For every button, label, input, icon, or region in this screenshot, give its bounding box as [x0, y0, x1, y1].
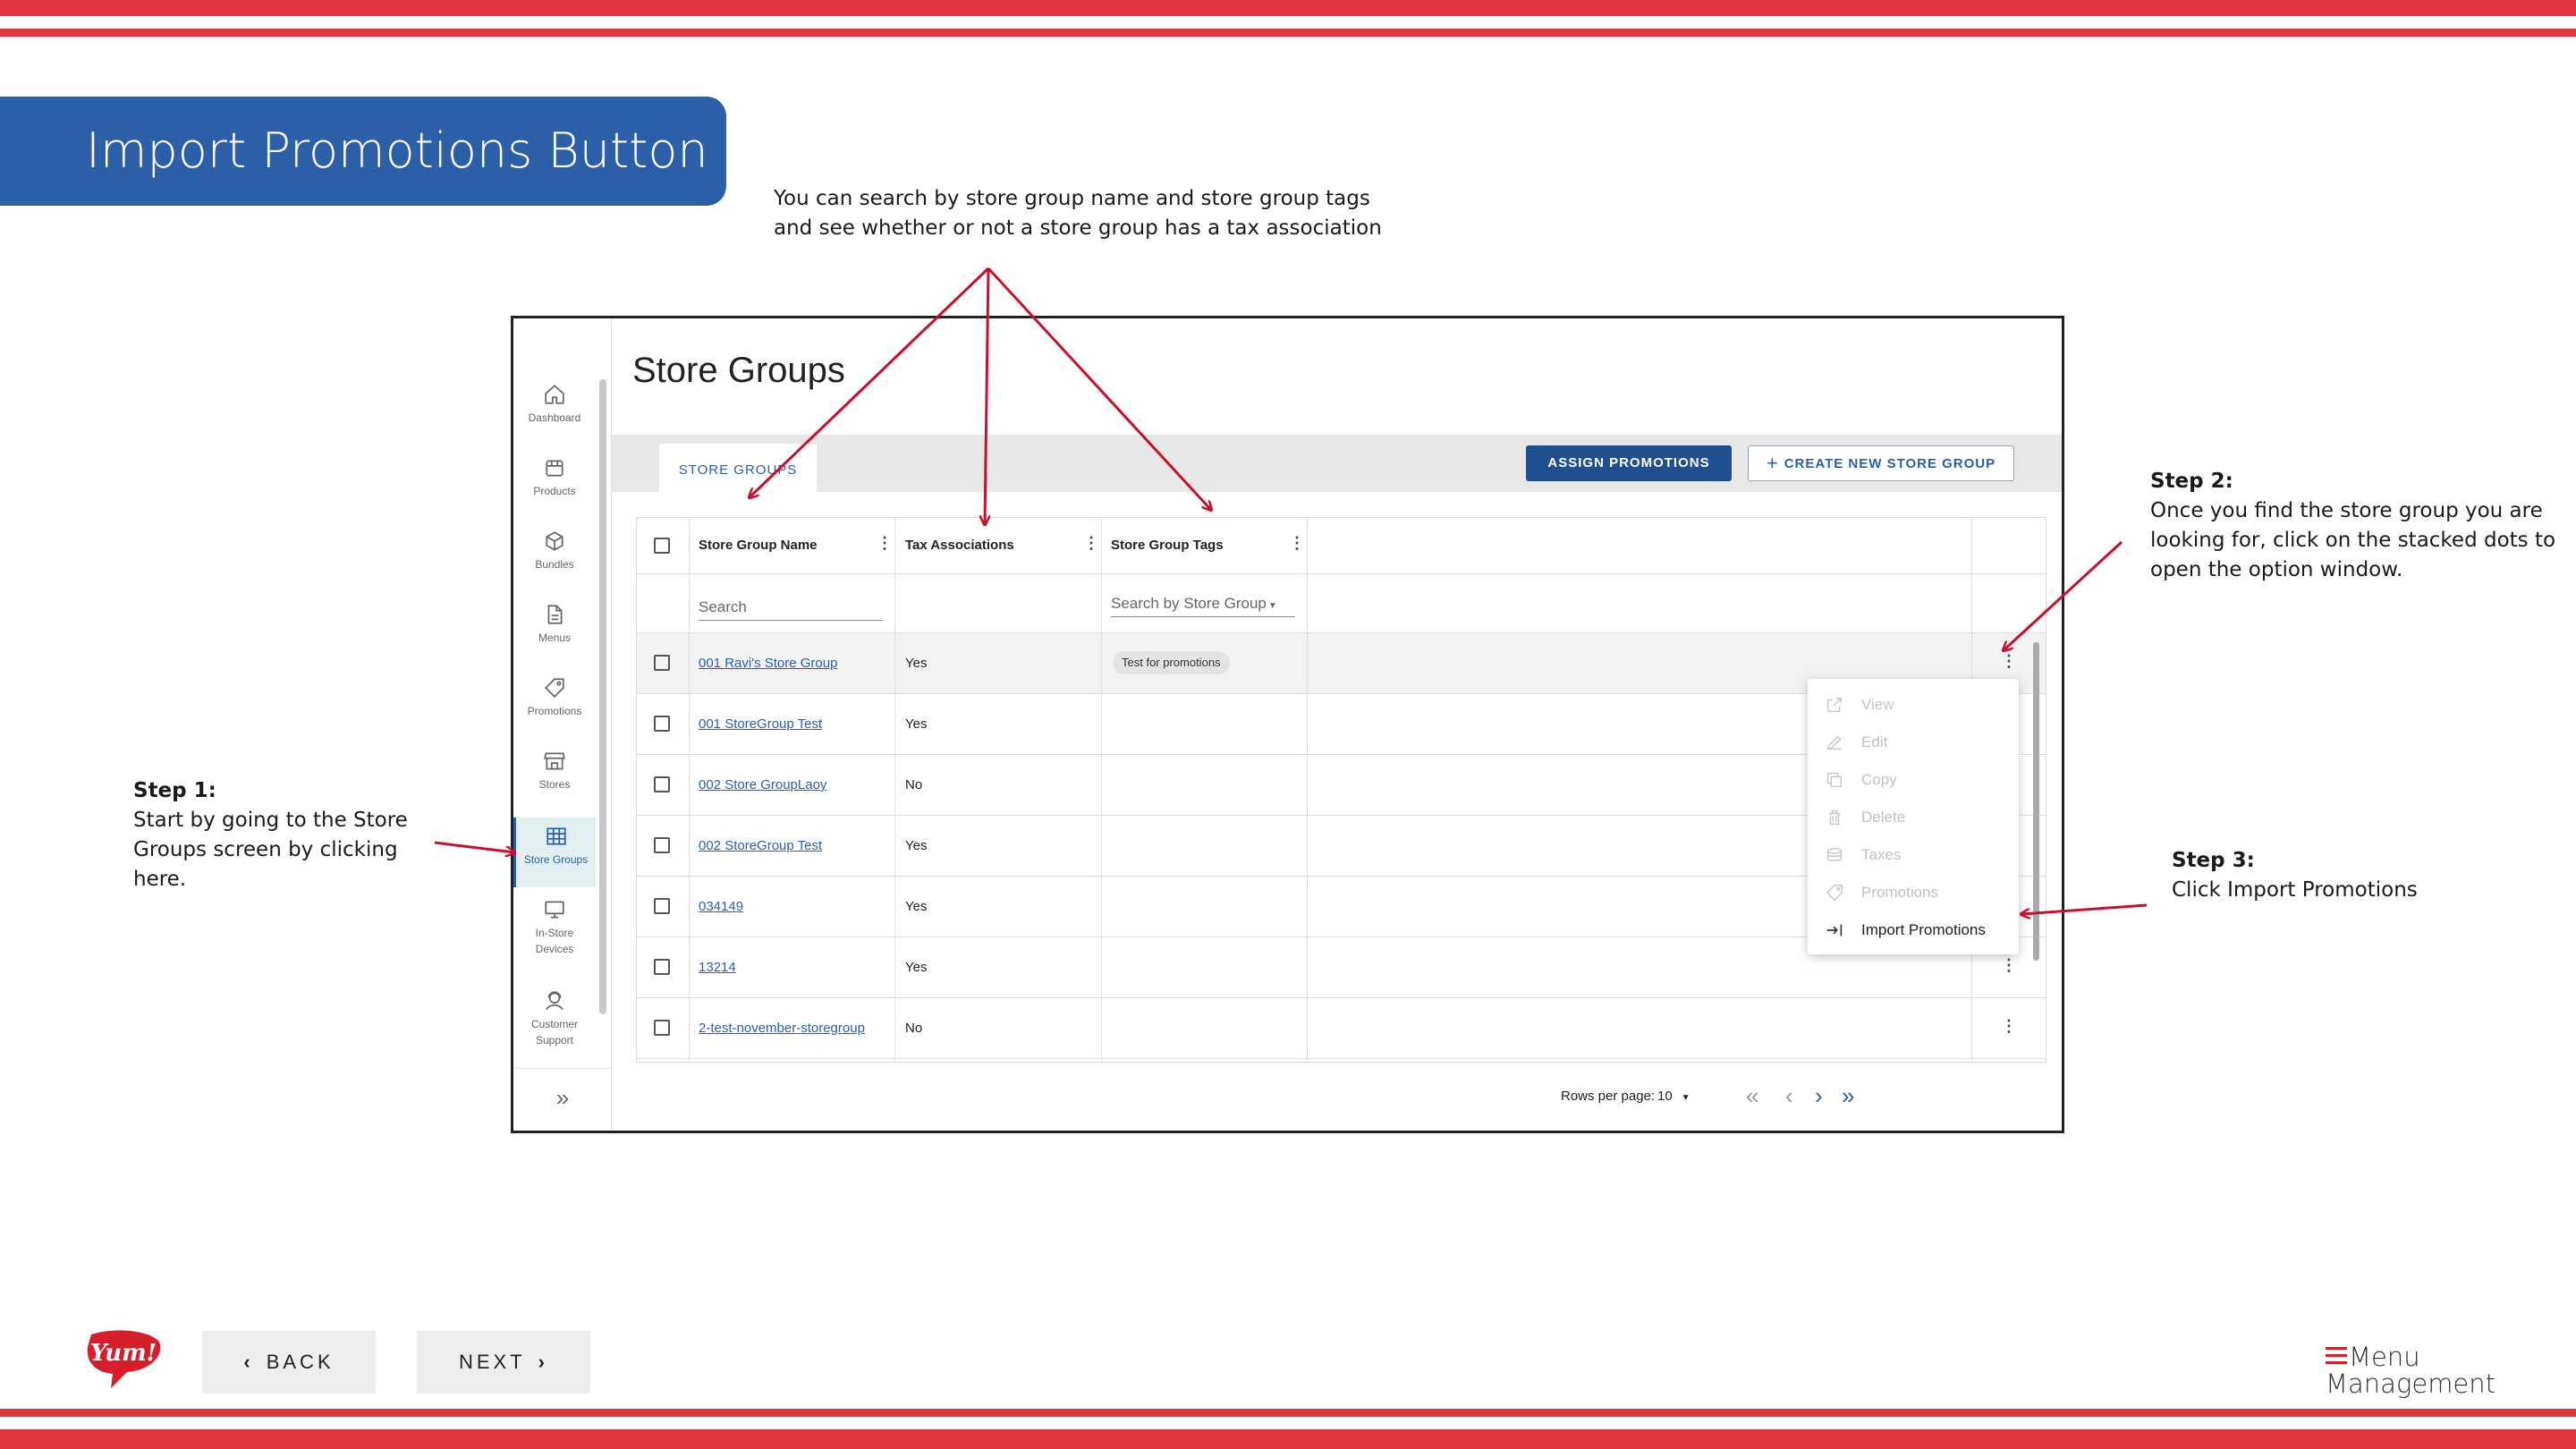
arrow-to-tags-column — [987, 267, 1211, 510]
arrow-to-import-promotions — [2021, 903, 2148, 914]
menu-lines-icon — [2326, 1347, 2347, 1364]
back-button[interactable]: ‹ BACK — [202, 1331, 376, 1394]
arrow-to-tax-column — [985, 267, 988, 524]
chevron-left-icon: ‹ — [243, 1351, 254, 1373]
arrow-to-row-dots — [2004, 540, 2123, 650]
chevron-right-icon: › — [538, 1351, 548, 1373]
menu-management-logo: Menu Management — [2326, 1342, 2496, 1399]
back-label: BACK — [266, 1351, 335, 1373]
yum-logo: Yum! — [84, 1329, 163, 1392]
next-button[interactable]: NEXT › — [417, 1331, 590, 1394]
svg-text:Yum!: Yum! — [90, 1340, 157, 1367]
annotation-arrows — [434, 267, 2148, 1449]
yum-logo-icon: Yum! — [87, 1330, 161, 1388]
next-label: NEXT — [458, 1351, 526, 1373]
arrow-to-name-column — [750, 267, 990, 497]
arrow-to-store-groups-nav — [434, 841, 514, 852]
